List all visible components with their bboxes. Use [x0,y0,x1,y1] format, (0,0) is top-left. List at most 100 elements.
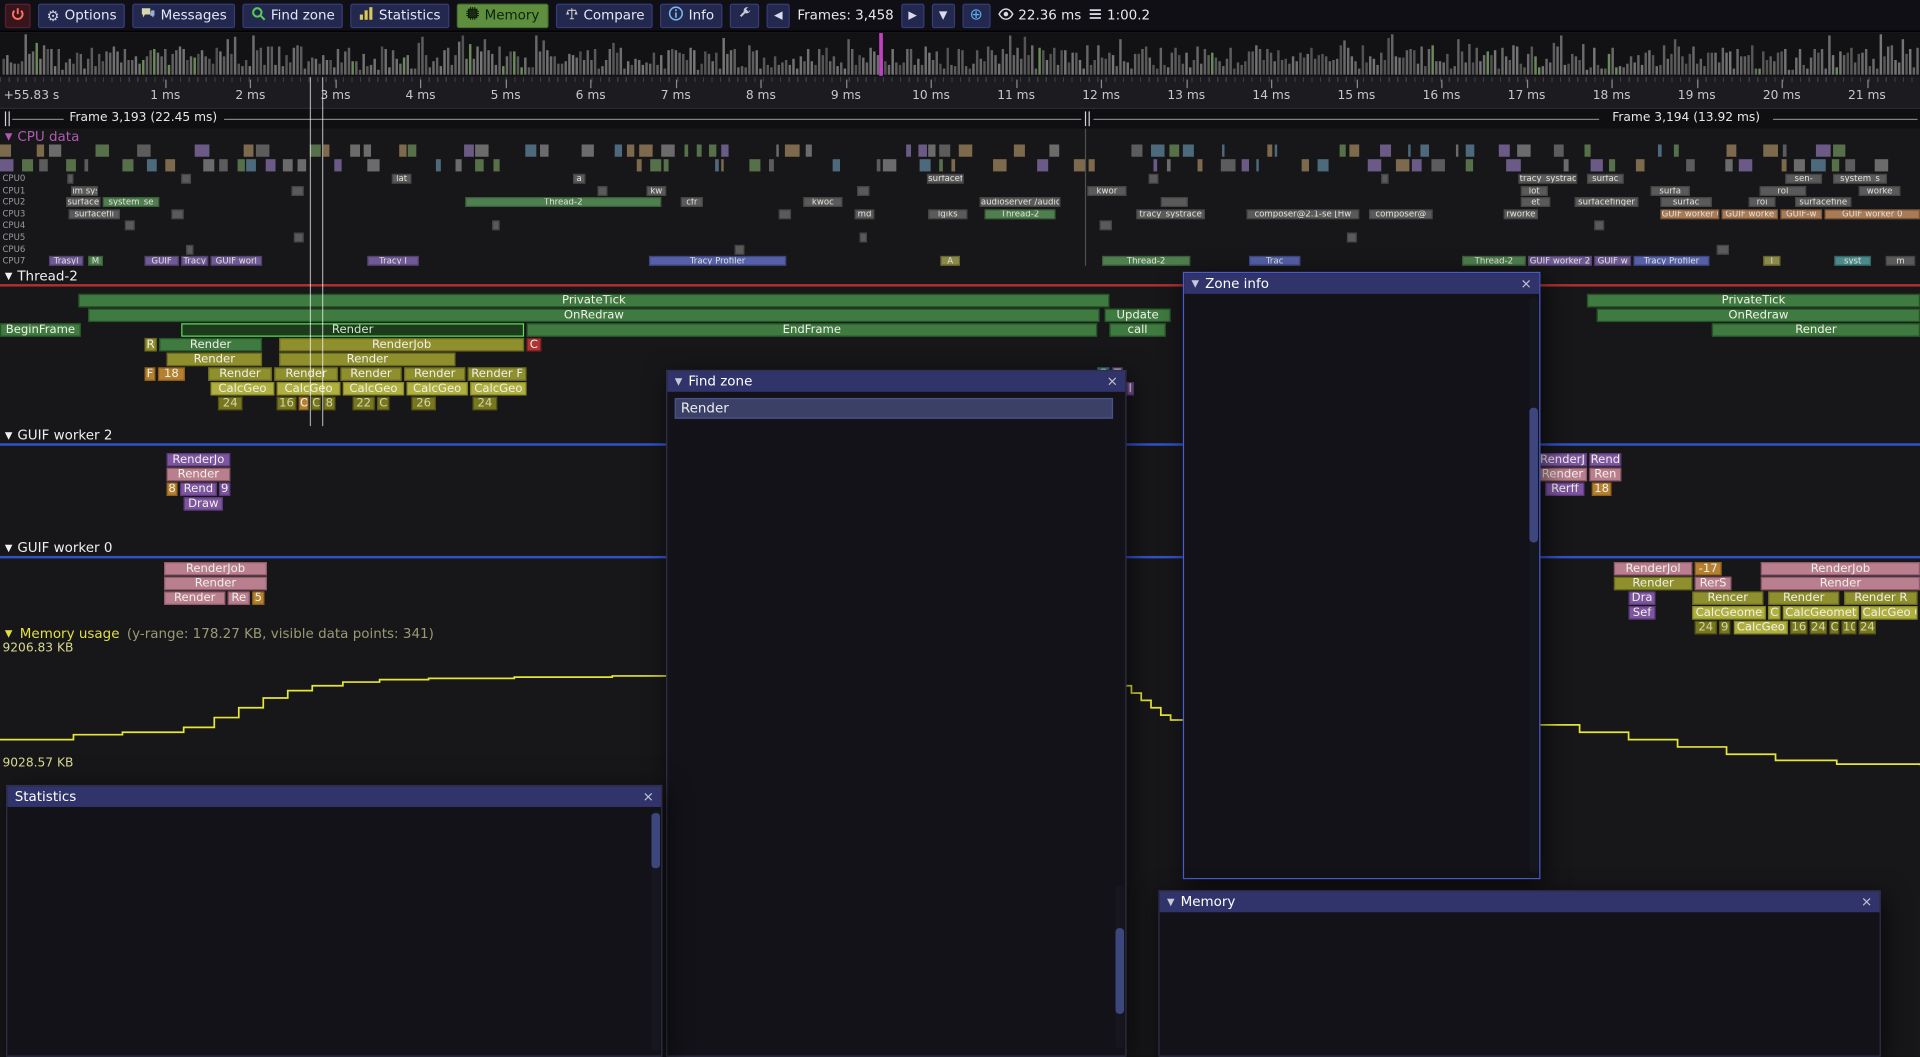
cpu-context-switch-zone[interactable]: tracy_systrace [1136,209,1205,219]
cpu-context-switch-zone[interactable]: worke [1859,186,1901,196]
timeline-zone[interactable]: 24 [218,397,242,410]
cpu-context-switch-zone[interactable] [1594,221,1604,231]
timeline-zone[interactable]: call [1109,323,1165,336]
messages-button[interactable]: Messages [133,3,236,27]
cpu-context-switch-zone[interactable]: lot [1521,186,1548,196]
close-icon[interactable]: × [1861,895,1872,908]
timeline-zone[interactable]: 9 [1719,621,1730,634]
timeline-zone[interactable]: CalcGeo [470,382,526,395]
cpu-context-switch-zone[interactable] [598,186,608,196]
timeline-zone[interactable]: 8 [323,397,335,410]
timeline-zone[interactable]: RenderJob [1761,562,1920,575]
next-frame-button[interactable]: ▶ [901,3,924,27]
timeline-zone[interactable]: CalcGeome [1692,606,1765,619]
cpu-context-switch-zone[interactable]: Thread-2 [1462,256,1526,266]
cpu-context-switch-zone[interactable]: Tracy I [367,256,418,266]
timeline-zone[interactable]: CalcGeo [277,382,341,395]
cpu-context-switch-zone[interactable] [1347,233,1357,243]
cpu-context-switch-zone[interactable] [857,186,869,196]
cpu-context-switch-zone[interactable]: tracy_systrace [1518,174,1577,184]
timeline-zone[interactable]: Render [1538,468,1587,481]
timeline-zone[interactable]: CalcGeo [1734,621,1788,634]
find-zone-scrollbar[interactable] [1116,885,1125,1048]
timeline-zone[interactable]: Ren [1589,468,1621,481]
timeline-zone[interactable]: Render R [1844,591,1917,604]
timeline-zone[interactable]: Dra [1629,591,1656,604]
cpu-context-switch-zone[interactable]: surfacefinger [1575,197,1639,207]
timeline-zone[interactable]: CalcGeo [343,382,404,395]
cpu-context-switch-zone[interactable] [1161,197,1188,207]
cpu-context-switch-zone[interactable] [860,233,867,243]
cpu-context-switch-zone[interactable]: M [88,256,103,266]
timeline-zone[interactable]: Render [404,367,465,380]
timeline-zone[interactable]: Rencer [1692,591,1763,604]
compare-button[interactable]: Compare [555,3,653,27]
cpu-context-switch-zone[interactable]: l [1763,256,1780,266]
cpu-context-switch-zone[interactable]: Tracy Profiler [1633,256,1709,266]
timeline-zone[interactable]: 18 [1592,482,1612,495]
close-icon[interactable]: × [1107,375,1118,388]
close-icon[interactable]: × [1521,277,1532,290]
find-zone-titlebar[interactable]: ▼ Find zone × [667,371,1125,392]
cpu-context-switch-zone[interactable] [492,221,499,231]
timeline-zone[interactable]: BeginFrame [0,323,81,336]
cpu-context-switch-zone[interactable]: kwoc [803,197,842,207]
cpu-context-switch-zone[interactable]: surfacefine [1795,197,1851,207]
find-zone-search-input[interactable] [675,398,1113,419]
frame-label-left[interactable]: Frame 3,193 (22.45 ms) [69,111,217,124]
cpu-context-switch-zone[interactable]: lgiks [928,209,967,219]
cpu-context-switch-zone[interactable]: roi [1749,197,1776,207]
cpu-context-switch-zone[interactable]: A [940,256,960,266]
timeline-zone[interactable]: Rend [180,482,217,495]
cpu-context-switch-zone[interactable]: GUIF-w [1780,209,1822,219]
cpu-context-switch-zone[interactable]: surfac [1587,174,1624,184]
cpu-context-switch-zone[interactable] [294,233,304,243]
tools-button[interactable] [730,3,759,27]
timeline-zone[interactable]: RenderJ [1538,453,1587,466]
cpu-context-switch-zone[interactable]: im sys [71,186,98,196]
timeline-zone[interactable]: R [144,338,156,351]
memory-button[interactable]: Memory [456,3,548,27]
timeline-zone[interactable]: 5 [252,591,264,604]
memory-usage-header[interactable]: ▼ Memory usage (y-range: 178.27 KB, visi… [5,626,434,642]
cpu-context-switch-zone[interactable] [67,174,73,184]
time-ruler[interactable]: +55.83 s 1 ms2 ms3 ms4 ms5 ms6 ms7 ms8 m… [0,77,1920,109]
cpu-context-switch-zone[interactable]: sen- [1785,174,1822,184]
thread-header-guif-worker-2[interactable]: ▼GUIF worker 2 [5,427,113,443]
close-icon[interactable]: × [643,790,654,803]
thread-header-thread-2[interactable]: ▼Thread-2 [5,268,78,284]
timeline-zone[interactable]: 24 [1859,621,1876,634]
timeline-zone[interactable]: -17 [1695,562,1722,575]
cpu-context-switch-zone[interactable] [779,209,791,219]
cpu-context-switch-zone[interactable]: system_se [103,197,159,207]
cpu-context-switch-zone[interactable]: GUIF worke [1722,209,1778,219]
cpu-context-switch-zone[interactable]: composer@ [1369,209,1433,219]
timeline-zone[interactable]: 9 [219,482,230,495]
timeline-zone[interactable]: Render [164,577,267,590]
cpu-context-switch-zone[interactable]: Trasyl [49,256,83,266]
timeline-zone[interactable]: O [299,397,309,410]
timeline-zone[interactable]: Render [181,323,524,336]
statistics-button[interactable]: Statistics [351,3,449,27]
frame-label-right[interactable]: Frame 3,194 (13.92 ms) [1612,111,1760,124]
timeline-zone[interactable]: 16 [1790,621,1807,634]
cpu-context-switch-zone[interactable]: Thread-2 [465,197,661,207]
timeline-zone[interactable]: Render F [468,367,527,380]
timeline-zone[interactable]: Rerff [1545,482,1584,495]
timeline-zone[interactable]: RenderJo [167,453,231,466]
timeline-zone[interactable]: C [1829,621,1839,634]
cpu-context-switch-zone[interactable]: GUIF worl [211,256,262,266]
timeline-zone[interactable]: Render [159,338,262,351]
timeline-zone[interactable]: OnRedraw [1597,309,1920,322]
cpu-context-switch-zone[interactable] [291,186,303,196]
timeline-zone[interactable]: Render [340,367,401,380]
timeline-zone[interactable]: 16 [277,397,297,410]
cpu-context-switch-zone[interactable]: syst [1834,256,1871,266]
memory-titlebar[interactable]: ▼ Memory × [1160,891,1880,912]
timeline-zone[interactable]: Render [167,353,263,366]
timeline-zone[interactable]: Render [1712,323,1920,336]
timeline-zone[interactable]: Re [228,591,250,604]
cpu-context-switch-zone[interactable]: cfr [681,197,703,207]
timeline-zone[interactable]: PrivateTick [1587,294,1920,307]
prev-frame-button[interactable]: ◀ [767,3,790,27]
